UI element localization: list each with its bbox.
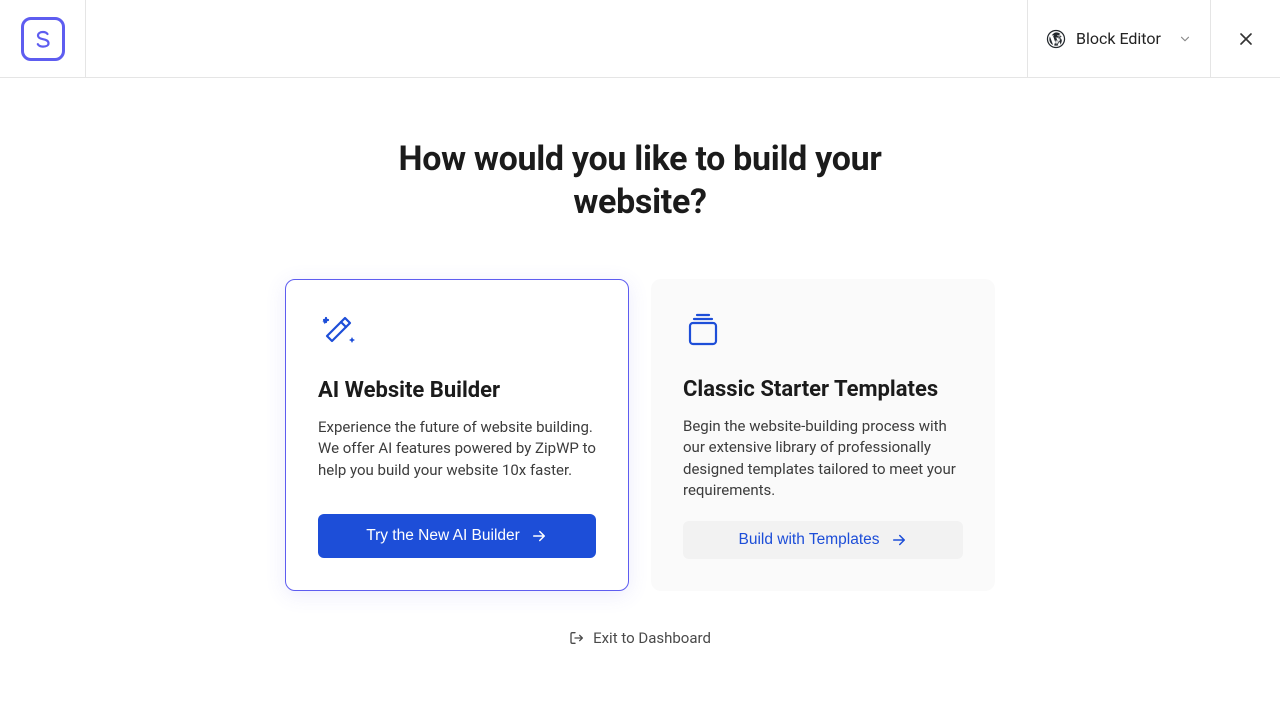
- top-bar: Block Editor: [0, 0, 1280, 78]
- logo-cell: [0, 0, 86, 77]
- try-ai-builder-button[interactable]: Try the New AI Builder: [318, 514, 596, 558]
- editor-selector[interactable]: Block Editor: [1027, 0, 1210, 77]
- try-ai-builder-label: Try the New AI Builder: [366, 527, 520, 545]
- option-cards: AI Website Builder Experience the future…: [285, 279, 995, 591]
- card-classic-templates[interactable]: Classic Starter Templates Begin the webs…: [651, 279, 995, 591]
- arrow-right-icon: [530, 527, 548, 545]
- close-icon: [1236, 29, 1256, 49]
- card-ai-desc: Experience the future of website buildin…: [318, 417, 596, 494]
- card-classic-desc: Begin the website-building process with …: [683, 416, 963, 501]
- card-classic-title: Classic Starter Templates: [683, 377, 963, 402]
- logo-s-icon: [31, 27, 55, 51]
- build-with-templates-label: Build with Templates: [738, 531, 879, 549]
- build-with-templates-button[interactable]: Build with Templates: [683, 521, 963, 559]
- card-ai-title: AI Website Builder: [318, 378, 596, 403]
- app-logo[interactable]: [21, 17, 65, 61]
- exit-label: Exit to Dashboard: [593, 629, 711, 647]
- wordpress-icon: [1046, 29, 1066, 49]
- templates-stack-icon: [683, 311, 723, 351]
- exit-to-dashboard-link[interactable]: Exit to Dashboard: [569, 629, 711, 647]
- chevron-down-icon: [1178, 32, 1192, 46]
- arrow-right-icon: [890, 531, 908, 549]
- editor-selector-label: Block Editor: [1076, 29, 1168, 48]
- close-button[interactable]: [1210, 0, 1280, 77]
- card-ai-builder[interactable]: AI Website Builder Experience the future…: [285, 279, 629, 591]
- magic-wand-icon: [318, 312, 358, 352]
- exit-icon: [569, 630, 585, 646]
- page-heading: How would you like to build your website…: [380, 138, 900, 223]
- main-content: How would you like to build your website…: [0, 78, 1280, 647]
